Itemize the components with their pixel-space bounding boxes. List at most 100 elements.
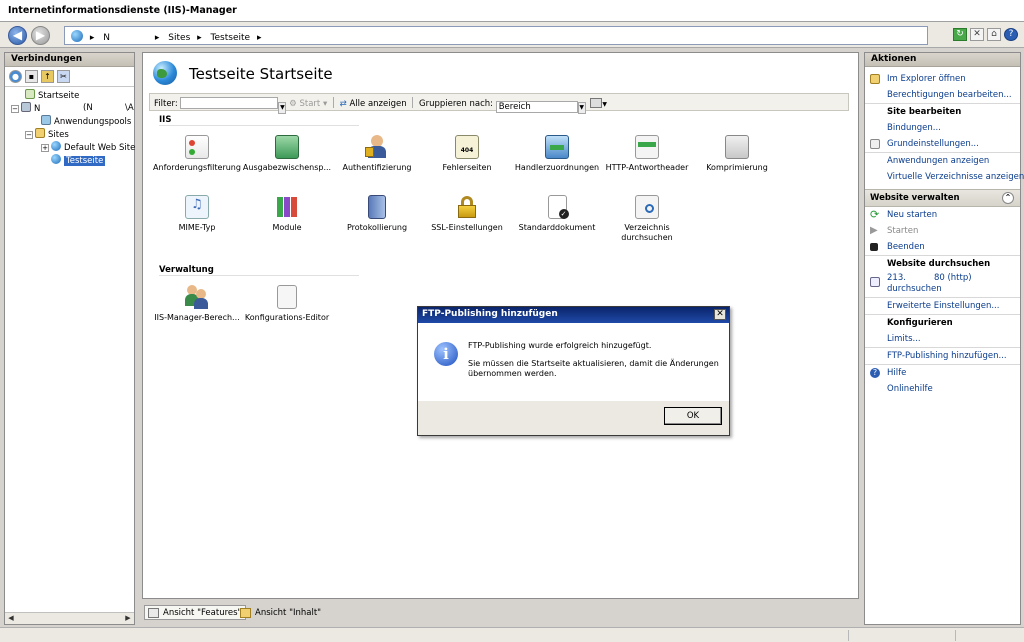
feature-fehlerseiten[interactable]: 404 Fehlerseiten — [419, 135, 515, 173]
address-box[interactable]: ▸ N ▸ Sites ▸ Testseite ▸ — [64, 26, 928, 45]
group-dropdown-icon[interactable]: ▼ — [577, 102, 586, 114]
horizontal-scrollbar[interactable]: ◀ ▶ — [5, 612, 134, 624]
collapse-icon[interactable]: − — [25, 131, 33, 139]
show-all-button[interactable]: ⇄ Alle anzeigen — [340, 99, 407, 109]
breadcrumb-server[interactable]: N — [103, 33, 110, 43]
action-basic-settings[interactable]: Grundeinstellungen... — [865, 136, 1020, 152]
ok-button[interactable]: OK — [664, 407, 722, 425]
logging-icon — [368, 195, 386, 219]
collapse-icon[interactable]: − — [11, 105, 19, 113]
status-cell — [955, 630, 956, 641]
site-globe-icon — [51, 141, 61, 151]
disconnect-icon[interactable]: ✂ — [57, 70, 70, 83]
actions-pane: Aktionen Im Explorer öffnen Berechtigung… — [864, 52, 1024, 625]
feature-ssl-einstellungen[interactable]: SSL-Einstellungen — [419, 195, 515, 233]
site-globe-icon — [153, 61, 177, 85]
page-title: Testseite Startseite — [189, 65, 333, 83]
tab-features-view[interactable]: Ansicht "Features" — [144, 605, 247, 620]
action-online-help[interactable]: Onlinehilfe — [865, 381, 1020, 397]
save-icon[interactable]: ▪ — [25, 70, 38, 83]
mime-types-icon: ♫ — [185, 195, 209, 219]
view-mode-icon[interactable] — [590, 98, 603, 108]
back-button[interactable]: ◀ — [8, 26, 27, 45]
server-icon — [21, 102, 31, 112]
action-view-virtual-directories[interactable]: Virtuelle Verzeichnisse anzeigen — [865, 169, 1024, 185]
feature-ausgabezwischenspeicher[interactable]: Ausgabezwischensp... — [239, 135, 335, 173]
action-edit-permissions[interactable]: Berechtigungen bearbeiten... — [865, 87, 1020, 103]
dialog-close-button[interactable]: ✕ — [714, 309, 726, 320]
status-cell — [848, 630, 849, 641]
section-configure: Konfigurieren — [865, 314, 1020, 331]
forward-button[interactable]: ▶ — [31, 26, 50, 45]
forward-arrow-icon: ▶ — [35, 28, 46, 42]
ssl-lock-icon — [455, 195, 479, 219]
connections-header: Verbindungen — [5, 53, 134, 67]
scroll-left-icon[interactable]: ◀ — [6, 614, 16, 623]
action-stop[interactable]: Beenden — [865, 239, 1020, 255]
globe-icon — [71, 30, 83, 42]
filter-input[interactable] — [180, 97, 279, 109]
filter-label: Filter: — [154, 99, 178, 109]
action-bindings[interactable]: Bindungen... — [865, 120, 1020, 136]
feature-mime-typ[interactable]: ♫ MIME-Typ — [149, 195, 245, 233]
action-help[interactable]: ? Hilfe — [865, 364, 1020, 381]
modules-icon — [275, 195, 299, 219]
handler-mappings-icon — [545, 135, 569, 159]
action-explore[interactable]: Im Explorer öffnen — [865, 71, 1020, 87]
separator — [412, 97, 414, 108]
error-pages-icon: 404 — [455, 135, 479, 159]
up-folder-icon[interactable]: ↑ — [41, 70, 54, 83]
connections-pane: Verbindungen ● ▪ ↑ ✂ Startseite − N (N \A An… — [4, 52, 135, 625]
tree-item-testseite[interactable]: Testseite — [5, 154, 134, 167]
tab-content-view[interactable]: Ansicht "Inhalt" — [236, 605, 326, 620]
section-browse-website: Website durchsuchen — [865, 255, 1020, 272]
view-dropdown-icon[interactable]: ▼ — [602, 101, 607, 108]
feature-iis-manager-berechtigungen[interactable]: IIS-Manager-Berech... — [149, 285, 245, 323]
section-manage-website[interactable]: Website verwalten ⌃ — [865, 189, 1020, 207]
action-view-applications[interactable]: Anwendungen anzeigen — [865, 152, 1020, 169]
tree-item-anwendungspools[interactable]: Anwendungspools — [5, 115, 134, 128]
show-all-icon: ⇄ — [339, 99, 347, 109]
feature-komprimierung[interactable]: Komprimierung — [689, 135, 785, 173]
feature-standarddokument[interactable]: ✓ Standarddokument — [509, 195, 605, 233]
collapse-chevron-icon[interactable]: ⌃ — [1002, 192, 1014, 204]
folder-icon — [35, 128, 45, 138]
feature-protokollierung[interactable]: Protokollierung — [329, 195, 425, 233]
expand-icon[interactable]: + — [41, 144, 49, 152]
action-limits[interactable]: Limits... — [865, 331, 1020, 347]
action-browse[interactable]: 213. 80 (http) durchsuchen — [865, 272, 1020, 297]
address-toolbar-icons: ↻ ✕ ⌂? — [950, 28, 1018, 41]
group-by-select[interactable]: Bereich — [495, 101, 578, 113]
tree-item-server[interactable]: − N (N \A — [5, 102, 134, 115]
action-advanced-settings[interactable]: Erweiterte Einstellungen... — [865, 297, 1020, 314]
default-document-icon: ✓ — [547, 195, 569, 219]
address-separator-icon: ▸ — [154, 33, 160, 43]
action-start[interactable]: ▶ Starten — [865, 223, 1020, 239]
feature-http-antwortheader[interactable]: HTTP-Antwortheader — [599, 135, 695, 173]
help-icon[interactable]: ? — [1004, 28, 1018, 41]
home-nav-icon[interactable]: ⌂ — [987, 28, 1001, 41]
action-restart[interactable]: ⟳ Neu starten — [865, 207, 1020, 223]
refresh-icon[interactable]: ↻ — [953, 28, 967, 41]
tree-item-sites[interactable]: − Sites — [5, 128, 134, 141]
feature-module[interactable]: Module — [239, 195, 335, 233]
feature-konfigurations-editor[interactable]: Konfigurations-Editor — [239, 285, 335, 323]
scroll-right-icon[interactable]: ▶ — [123, 614, 133, 623]
feature-verzeichnis-durchsuchen[interactable]: Verzeichnis durchsuchen — [599, 195, 695, 243]
start-button[interactable]: ⚙ Start ▾ — [289, 99, 327, 109]
features-view-icon — [148, 608, 159, 618]
feature-handlerzuordnungen[interactable]: Handlerzuordnungen — [509, 135, 605, 173]
action-ftp-publishing[interactable]: FTP-Publishing hinzufügen... — [865, 347, 1020, 364]
filter-dropdown-icon[interactable]: ▼ — [278, 102, 287, 114]
filter-bar: Filter: ▼ ⚙ Start ▾ ⇄ Alle anzeigen Grup… — [149, 93, 849, 114]
connect-icon[interactable]: ● — [9, 70, 22, 83]
breadcrumb-testseite[interactable]: Testseite — [211, 33, 251, 43]
dialog-message-line1: FTP-Publishing wurde erfolgreich hinzuge… — [468, 341, 652, 350]
stop-icon[interactable]: ✕ — [970, 28, 984, 41]
tree-item-startseite[interactable]: Startseite — [5, 89, 134, 102]
tree-item-default-web-site[interactable]: + Default Web Site — [5, 141, 135, 154]
breadcrumb-sites[interactable]: Sites — [168, 33, 190, 43]
authentication-icon — [365, 135, 389, 159]
feature-authentifizierung[interactable]: Authentifizierung — [329, 135, 425, 173]
feature-anforderungsfilterung[interactable]: Anforderungsfilterung — [149, 135, 245, 173]
